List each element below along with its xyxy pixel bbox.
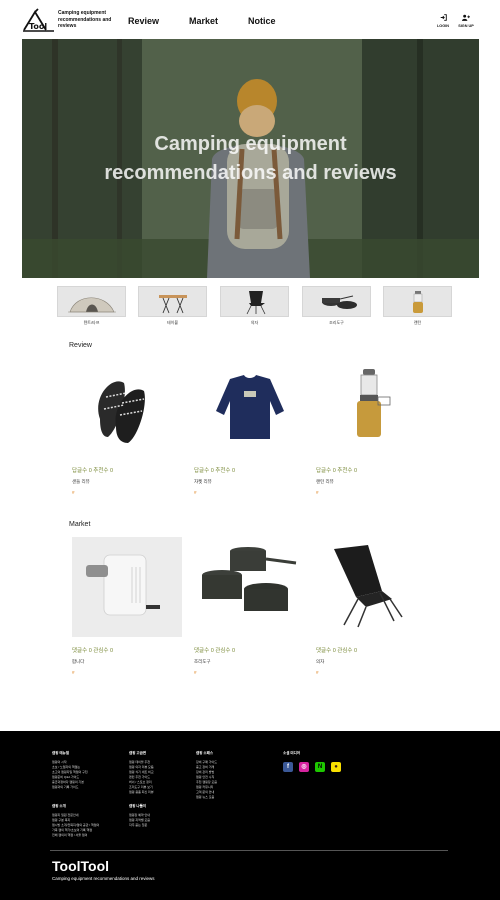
cookware-icon [302, 286, 371, 317]
market-card[interactable]: 댓글수 0 관심수 0 조리도구 # [194, 537, 304, 675]
card-title: 팝니다 [72, 659, 85, 664]
footer-column-manual: 캠핑 메뉴얼 캠핑의 시작 초보 / 노캠자의 핵캠는 초고의 캠핑지일 핵캠의… [52, 751, 88, 790]
card-stats: 답글수 0 추천수 0 [316, 468, 358, 474]
lantern-icon [383, 286, 452, 317]
nav-notice[interactable]: Notice [248, 16, 276, 26]
card-title: 의자 [316, 659, 325, 664]
footer-heading: 캠핑 고급편 [129, 751, 147, 755]
heater-image [72, 537, 182, 637]
footer-link[interactable]: 캠핑과의 기록 가이드 [52, 785, 88, 790]
add-user-icon [462, 14, 470, 21]
footer-column-intro: 캠핑 소개 캠핑지 일원 전문안내 캠핑 구분 목지 캠시방 소개/전목지/캠의… [52, 804, 99, 838]
review-card[interactable]: 답글수 0 추천수 0 자켓 리뷰 # [194, 357, 304, 495]
category-chair[interactable]: 의자 [220, 286, 289, 326]
tent-icon [57, 286, 126, 317]
site-header: Tool Camping equipment recommendations a… [0, 0, 500, 40]
footer-link[interactable]: 전체 캠의의 핵캠 / 서울 캠의 [52, 833, 99, 838]
category-label: 랜턴 [413, 320, 422, 325]
signup-button[interactable]: SIGN UP [453, 14, 479, 28]
card-title: 샌들 리뷰 [72, 479, 90, 484]
card-marker: # [316, 490, 319, 495]
instagram-icon[interactable]: ◎ [299, 762, 309, 772]
footer-heading: 캠핑 소개 [52, 804, 66, 808]
card-stats: 댓글수 0 관심수 0 [194, 648, 236, 654]
nav-market[interactable]: Market [189, 16, 218, 26]
card-stats: 답글수 0 추천수 0 [72, 468, 114, 474]
card-marker: # [72, 670, 75, 675]
gas-lantern-image [316, 357, 426, 457]
category-label: 의자 [250, 320, 259, 325]
card-marker: # [316, 670, 319, 675]
sweatshirt-image [194, 357, 304, 457]
footer-heading: 캠핑 메뉴얼 [52, 751, 70, 755]
category-label: 텐트/타프 [83, 320, 100, 325]
sandals-image [72, 357, 182, 457]
footer-divider [50, 850, 448, 851]
footer-column-outing: 캠핑 나들이 캠핑장 예약 안내 캠핑 지역별 모음 자주 묻는 질문 [129, 804, 150, 828]
social-links: f ◎ N ● [283, 762, 341, 772]
footer-heading: 캠핑 나들이 [129, 804, 147, 808]
card-stats: 답글수 0 추천수 0 [194, 468, 236, 474]
svg-text:Tool: Tool [29, 22, 47, 31]
login-label: LOGIN [436, 24, 450, 28]
footer-link[interactable]: 캠핑 용품 최신 리뷰 [129, 790, 154, 795]
logo-tagline: Camping equipment recommendations and re… [58, 10, 112, 29]
card-marker: # [194, 670, 197, 675]
nav-review[interactable]: Review [128, 16, 159, 26]
footer-social-column: 소셜 미디어 [283, 751, 300, 760]
footer-column-advanced: 캠핑 고급편 캠핑 테이블 추천 캠핑 의자 리뷰 모음 캠핑 식기 세트 비교… [129, 751, 154, 795]
login-icon [440, 14, 447, 21]
facebook-icon[interactable]: f [283, 762, 293, 772]
card-stats: 댓글수 0 관심수 0 [316, 648, 358, 654]
footer-slogan: Camping equipment recommendations and re… [52, 876, 155, 881]
footer-link[interactable]: 자주 묻는 질문 [129, 823, 150, 828]
hero-banner: Camping equipment recommendations and re… [22, 39, 479, 278]
logo-icon[interactable]: Tool [22, 8, 56, 34]
review-card[interactable]: 답글수 0 추천수 0 샌들 리뷰 # [72, 357, 182, 495]
kakao-icon[interactable]: ● [331, 762, 341, 772]
footer-column-pass: 캠핑 소패스 장비 구매 가이드 중고 장비 거래 장비 관리 방법 캠핑 안전… [196, 751, 217, 800]
chair-icon [220, 286, 289, 317]
naver-icon[interactable]: N [315, 762, 325, 772]
market-card[interactable]: 댓글수 0 관심수 0 팝니다 # [72, 537, 182, 675]
category-table[interactable]: 테이블 [138, 286, 207, 326]
social-heading: 소셜 미디어 [283, 751, 301, 755]
review-section-title: Review [69, 342, 92, 349]
category-cookware[interactable]: 조리도구 [302, 286, 371, 326]
market-section-title: Market [69, 521, 91, 528]
card-title: 랜턴 리뷰 [316, 479, 334, 484]
category-lantern[interactable]: 랜턴 [383, 286, 452, 326]
card-stats: 댓글수 0 관심수 0 [72, 648, 114, 654]
table-icon [138, 286, 207, 317]
footer-brand: ToolTool [52, 858, 110, 874]
hero-title-line2: recommendations and reviews [104, 162, 397, 184]
cookware-image [194, 537, 304, 637]
card-title: 조리도구 [194, 659, 211, 664]
camping-chair-image [316, 537, 426, 637]
category-tent[interactable]: 텐트/타프 [57, 286, 126, 326]
hero-title: Camping equipment recommendations and re… [22, 130, 479, 188]
category-label: 조리도구 [329, 320, 344, 325]
card-marker: # [72, 490, 75, 495]
card-title: 자켓 리뷰 [194, 479, 212, 484]
signup-label: SIGN UP [458, 24, 474, 28]
card-marker: # [194, 490, 197, 495]
category-label: 테이블 [166, 320, 179, 325]
market-card[interactable]: 댓글수 0 관심수 0 의자 # [316, 537, 426, 675]
footer-link[interactable]: 캠핑 뉴스 모음 [196, 795, 217, 800]
review-card[interactable]: 답글수 0 추천수 0 랜턴 리뷰 # [316, 357, 426, 495]
footer-heading: 캠핑 소패스 [196, 751, 214, 755]
hero-title-line1: Camping equipment [154, 133, 347, 155]
